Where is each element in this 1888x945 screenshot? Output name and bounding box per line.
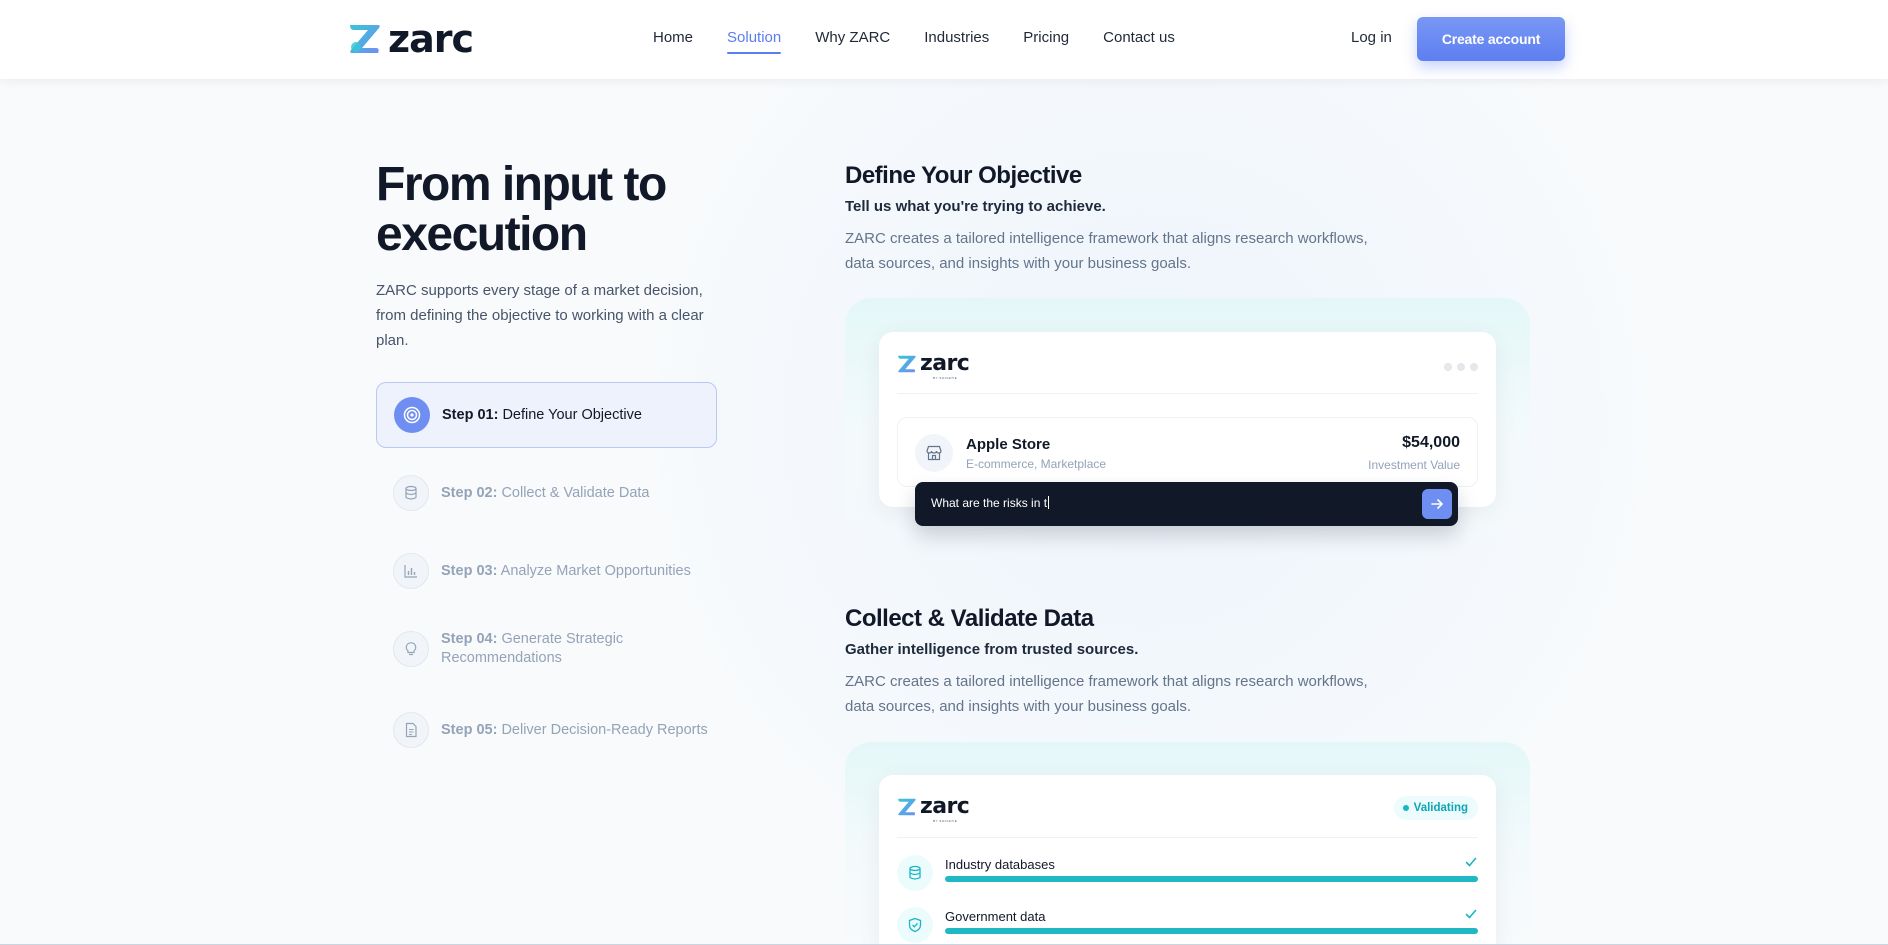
source-label: Government data [945,909,1046,924]
target-icon [394,397,430,433]
send-button[interactable] [1422,489,1452,519]
prompt-text: What are the risks in t [931,496,1050,510]
store-name: Apple Store [966,436,1051,453]
bar-chart-icon [393,553,429,589]
zarc-logo-icon [350,25,380,53]
top-navbar: zarc Home Solution Why ZARC Industries P… [0,0,1888,79]
step-03-analyze-market[interactable]: Step 03: Analyze Market Opportunities [376,538,717,604]
check-icon [1465,909,1477,919]
arrow-right-icon [1431,499,1443,509]
zarc-logo-icon [898,355,916,373]
step-label: Step 04: Generate Strategic Recommendati… [441,630,661,668]
nav-why-zarc[interactable]: Why ZARC [815,29,890,54]
hero-title: From input to execution [376,158,667,261]
nav-contact-us[interactable]: Contact us [1103,29,1175,54]
card-logo: zarc BY SOCIETIE [897,351,970,380]
zarc-logo-icon [898,798,916,816]
step-04-generate-recommendations[interactable]: Step 04: Generate Strategic Recommendati… [376,616,717,682]
more-dots-icon[interactable] [1444,363,1478,371]
step-number: Step 04: [441,631,498,647]
login-link[interactable]: Log in [1351,29,1392,46]
lightbulb-icon [393,631,429,667]
store-category: E-commerce, Marketplace [966,457,1107,471]
database-icon [393,475,429,511]
section-subtitle: Tell us what you're trying to achieve. [845,198,1106,215]
create-account-button[interactable]: Create account [1417,17,1565,61]
step-label: Step 05: Deliver Decision-Ready Reports [441,721,708,740]
step-number: Step 01: [442,406,499,423]
card-byline: BY SOCIETIE [933,819,958,823]
section-subtitle: Gather intelligence from trusted sources… [845,641,1139,658]
prompt-input[interactable]: What are the risks in t [915,482,1458,526]
nav-home[interactable]: Home [653,29,693,54]
step-02-collect-data[interactable]: Step 02: Collect & Validate Data [376,460,717,526]
step-name: Analyze Market Opportunities [500,562,691,579]
section-title: Collect & Validate Data [845,605,1094,632]
source-row: Industry databases [897,851,1478,895]
nav-solution[interactable]: Solution [727,29,782,54]
nav-industries[interactable]: Industries [924,29,989,54]
card-brand: zarc [920,351,970,376]
card-divider [897,837,1478,838]
investment-value: $54,000 [1402,434,1460,451]
step-05-deliver-reports[interactable]: Step 05: Deliver Decision-Ready Reports [376,697,717,763]
card-logo: zarc BY SOCIETIE [897,794,970,823]
status-badge: Validating [1393,796,1478,820]
store-icon [915,434,953,472]
step-label: Step 01: Define Your Objective [442,406,642,425]
validation-preview-card: zarc BY SOCIETIE Validating Industry dat… [879,775,1496,945]
hero-description: ZARC supports every stage of a market de… [376,282,704,349]
check-icon [1465,857,1477,867]
section-description: ZARC creates a tailored intelligence fra… [845,230,1368,272]
step-number: Step 03: [441,562,498,579]
prompt-value: What are the risks in t [931,496,1048,510]
step-name: Collect & Validate Data [501,484,650,501]
section-title: Define Your Objective [845,162,1082,189]
card-brand: zarc [920,794,970,819]
card-byline: BY SOCIETIE [933,376,958,380]
shield-icon [897,907,933,943]
step-number: Step 02: [441,484,498,501]
section-description: ZARC creates a tailored intelligence fra… [845,673,1368,715]
objective-preview-card: zarc BY SOCIETIE Apple Store E-commerce,… [879,332,1496,507]
text-caret [1048,496,1050,509]
step-label: Step 02: Collect & Validate Data [441,484,649,503]
source-label: Industry databases [945,857,1055,872]
main-nav: Home Solution Why ZARC Industries Pricin… [653,29,1175,54]
source-progress-bar [945,928,1478,934]
investment-value-label: Investment Value [1368,458,1460,472]
document-icon [393,712,429,748]
step-01-define-objective[interactable]: Step 01: Define Your Objective [376,382,717,448]
brand-logo[interactable]: zarc [348,17,474,61]
brand-wordmark: zarc [388,17,474,61]
step-name: Define Your Objective [502,406,642,423]
step-label: Step 03: Analyze Market Opportunities [441,562,691,581]
card-divider [897,393,1478,394]
source-progress-bar [945,876,1478,882]
database-icon [897,855,933,891]
step-number: Step 05: [441,721,498,738]
source-row: Government data [897,903,1478,945]
store-row[interactable]: Apple Store E-commerce, Marketplace $54,… [897,417,1478,487]
nav-pricing[interactable]: Pricing [1023,29,1069,54]
step-name: Deliver Decision-Ready Reports [501,721,708,738]
